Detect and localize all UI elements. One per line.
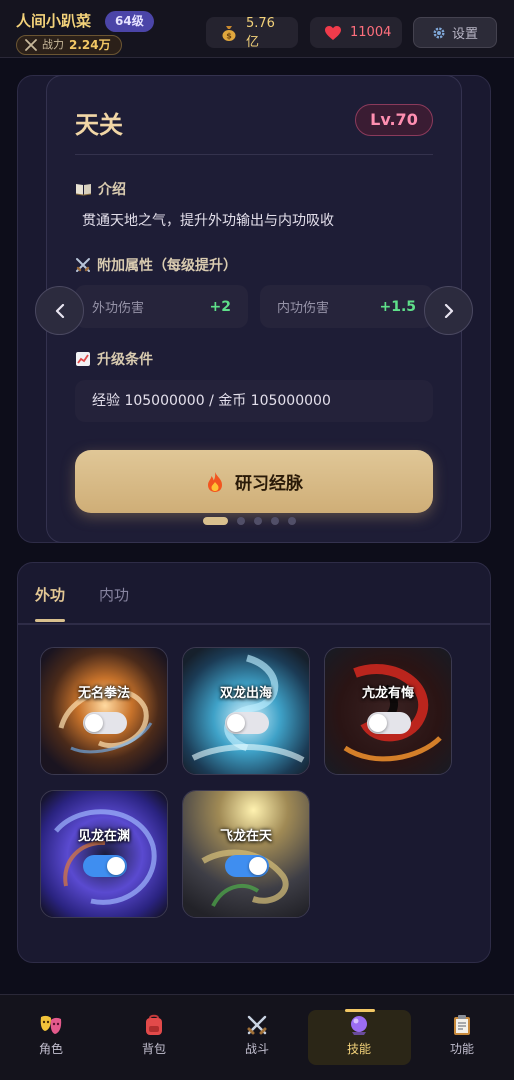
combat-power-value: 2.24万: [69, 38, 111, 52]
settings-button[interactable]: 设置: [413, 17, 497, 48]
chevron-left-icon: [55, 303, 65, 318]
attribute-heading-label: 附加属性（每级提升）: [97, 258, 237, 274]
heart-counter[interactable]: 11004: [310, 17, 402, 48]
settings-label: 设置: [451, 27, 478, 42]
gear-icon: [432, 26, 446, 40]
gold-counter[interactable]: $ 5.76亿: [206, 15, 298, 50]
intro-text: 贯通天地之气，提升外功输出与内功吸收: [82, 213, 334, 229]
skill-name: 双龙出海: [219, 686, 272, 701]
tab-inner-skills[interactable]: 内功: [99, 584, 129, 605]
crossed-swords-icon: [25, 39, 37, 51]
combat-power-label: 战力: [42, 38, 64, 51]
tab-divider: [18, 623, 490, 625]
nav-label: 角色: [38, 1042, 63, 1056]
tab-outer-skills[interactable]: 外功: [35, 584, 65, 605]
money-bag-icon: $: [220, 24, 238, 42]
gold-amount: 5.76亿: [246, 15, 275, 50]
carousel-next-button[interactable]: [424, 286, 473, 335]
skill-name: 亢龙有悔: [361, 686, 414, 701]
skill-level-badge: Lv.70: [355, 104, 433, 136]
nav-item-backpack[interactable]: 背包: [104, 1014, 204, 1057]
skill-toggle[interactable]: [83, 712, 127, 734]
study-meridian-button[interactable]: 研习经脉: [75, 450, 433, 513]
clipboard-icon: [412, 1014, 512, 1036]
backpack-icon: [104, 1014, 204, 1036]
skill-card-wuming[interactable]: 无名拳法: [40, 647, 168, 775]
skill-name: 飞龙在天: [219, 829, 272, 844]
divider: [75, 154, 433, 155]
skill-toggle[interactable]: [367, 712, 411, 734]
nav-active-indicator: [345, 1009, 375, 1012]
skill-card-kanglong[interactable]: 亢龙有悔: [324, 647, 452, 775]
skill-card-jianlong[interactable]: 见龙在渊: [40, 790, 168, 918]
upgrade-heading-label: 升级条件: [97, 352, 153, 368]
attribute-heading: 附加属性（每级提升）: [75, 255, 237, 275]
toggle-knob: [85, 714, 103, 732]
carousel-prev-button[interactable]: [35, 286, 84, 335]
carousel-pagination: [203, 517, 296, 525]
top-bar: 人间小趴菜 64级 战力 2.24万 $ 5.76亿 11004 设置: [0, 0, 514, 58]
pagination-dot[interactable]: [254, 517, 262, 525]
fire-icon: [205, 471, 225, 493]
study-meridian-label: 研习经脉: [235, 474, 303, 494]
book-icon: [75, 182, 92, 196]
skill-card-feilong[interactable]: 飞龙在天: [182, 790, 310, 918]
skill-toggle[interactable]: [83, 855, 127, 877]
skill-card-shuanglong[interactable]: 双龙出海: [182, 647, 310, 775]
attribute-outer-damage: 外功伤害 +2: [75, 285, 248, 328]
heart-amount: 11004: [350, 25, 392, 40]
skill-title: 天关: [75, 111, 123, 139]
upgrade-heading: 升级条件: [75, 349, 153, 369]
skill-toggle[interactable]: [225, 855, 269, 877]
active-tab-indicator: [35, 619, 65, 622]
toggle-knob: [107, 857, 125, 875]
pagination-dot[interactable]: [271, 517, 279, 525]
nav-label: 功能: [449, 1042, 474, 1056]
pagination-dot[interactable]: [288, 517, 296, 525]
attribute-label: 外功伤害: [92, 301, 145, 316]
toggle-knob: [227, 714, 245, 732]
chevron-right-icon: [444, 303, 454, 318]
nav-item-functions[interactable]: 功能: [412, 1014, 512, 1057]
attribute-label: 内功伤害: [277, 301, 330, 316]
skill-toggle[interactable]: [225, 712, 269, 734]
chart-up-icon: [75, 351, 91, 367]
attribute-value: +2: [209, 298, 231, 315]
mask-icon: [1, 1014, 101, 1036]
pagination-dot-active[interactable]: [203, 517, 228, 525]
crystal-ball-icon: [309, 1014, 409, 1036]
nav-label: 战斗: [244, 1042, 269, 1056]
skill-name: 无名拳法: [77, 686, 130, 701]
toggle-knob: [249, 857, 267, 875]
heart-icon: [324, 25, 342, 41]
attribute-inner-damage: 内功伤害 +1.5: [260, 285, 433, 328]
nav-label: 背包: [141, 1042, 166, 1056]
toggle-knob: [369, 714, 387, 732]
pagination-dot[interactable]: [237, 517, 245, 525]
intro-heading-label: 介绍: [98, 182, 126, 198]
crossed-swords-icon: [75, 257, 91, 273]
nav-item-skills[interactable]: 技能: [309, 1014, 409, 1057]
intro-heading: 介绍: [75, 179, 126, 199]
player-level-badge: 64级: [105, 11, 154, 32]
nav-item-battle[interactable]: 战斗: [207, 1014, 307, 1057]
upgrade-requirements: 经验 105000000 / 金币 105000000: [75, 380, 433, 422]
nav-label: 技能: [346, 1042, 371, 1056]
player-name: 人间小趴菜: [16, 12, 92, 30]
combat-power: 战力 2.24万: [16, 35, 122, 55]
nav-item-character[interactable]: 角色: [1, 1014, 101, 1057]
crossed-swords-icon: [207, 1014, 307, 1036]
attribute-value: +1.5: [379, 298, 416, 315]
skill-name: 见龙在渊: [77, 829, 130, 844]
svg-text:$: $: [226, 31, 232, 40]
